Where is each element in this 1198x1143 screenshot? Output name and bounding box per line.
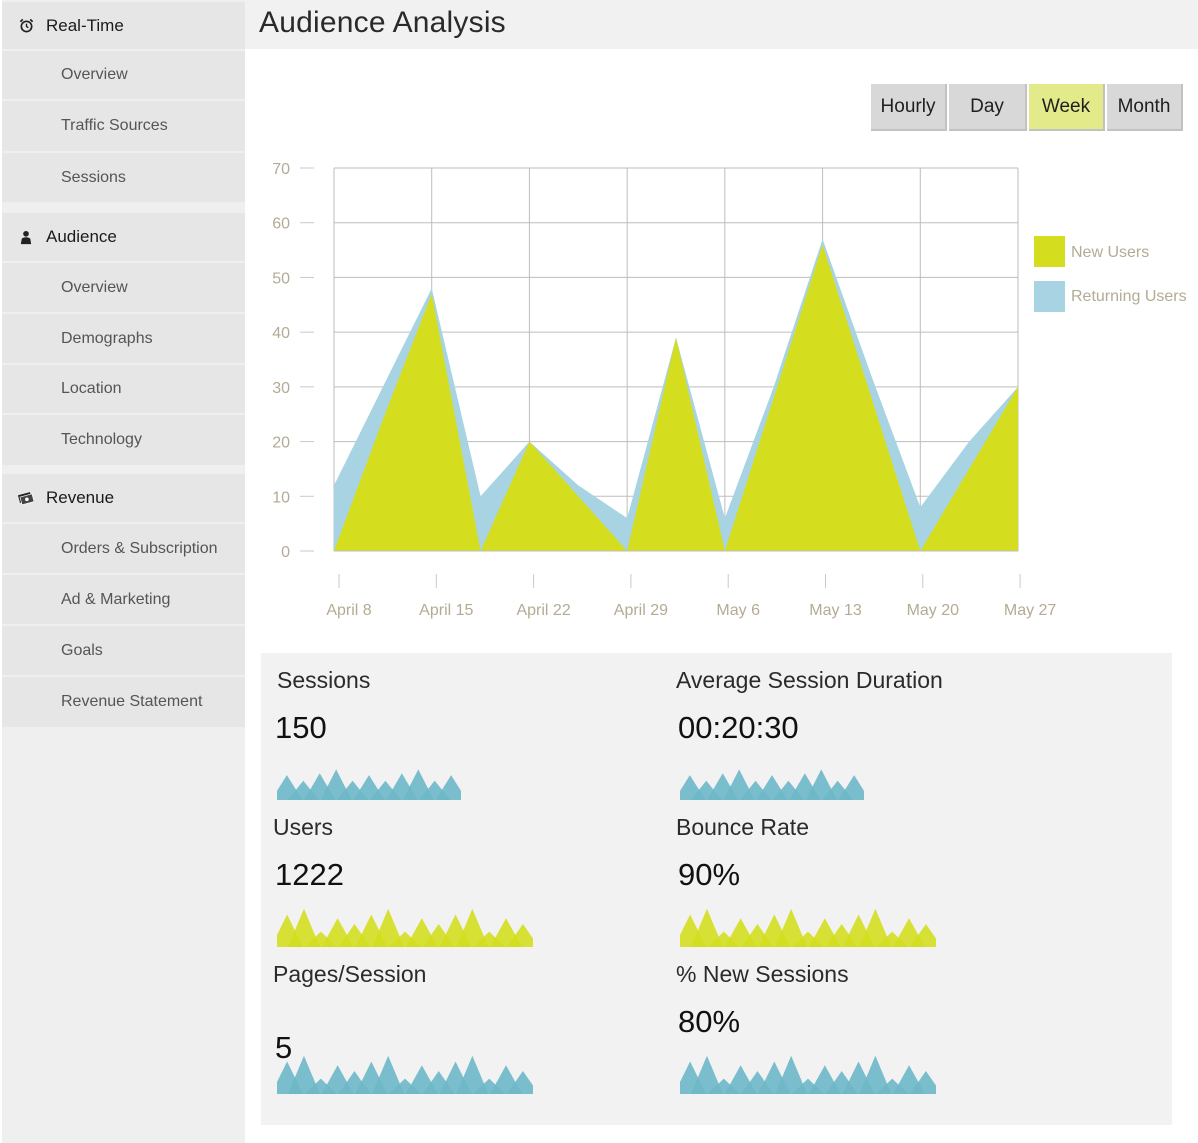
sidebar-item-label: Ad & Marketing	[61, 590, 171, 608]
y-tick-label: 0	[281, 544, 290, 561]
chart-legend: New Users Returning Users	[1034, 236, 1187, 312]
sidebar-item-orders-subscription[interactable]: Orders & Subscription	[2, 524, 245, 573]
sidebar-section-revenue[interactable]: Revenue	[2, 474, 245, 522]
y-tick-label: 60	[272, 216, 290, 233]
sparkline-bounce-rate	[680, 908, 936, 947]
stat-label-users: Users	[273, 814, 334, 840]
stat-label-pages-session: Pages/Session	[273, 961, 427, 987]
sidebar-item-label: Demographs	[61, 329, 153, 347]
page-title: Audience Analysis	[259, 6, 506, 39]
sparkline-new-sessions	[680, 1055, 936, 1094]
stat-value-sessions: 150	[275, 710, 327, 745]
x-tick-label: May 13	[809, 602, 862, 619]
person-icon	[18, 229, 34, 245]
sidebar-section-audience[interactable]: Audience	[2, 213, 245, 261]
sidebar-item-audience-overview[interactable]: Overview	[2, 263, 245, 312]
sidebar-item-revenue-statement[interactable]: Revenue Statement	[2, 677, 245, 727]
x-tick-label: April 8	[326, 602, 371, 619]
sparkline-pages-session	[277, 1055, 533, 1094]
audience-area-chart: 0 10 20 30 40 50 60 70 April 8 April 15 April 22 Ap…	[272, 161, 1187, 619]
x-tick-label: April 22	[516, 602, 570, 619]
alarm-clock-icon	[18, 18, 34, 34]
sidebar-item-traffic-sources[interactable]: Traffic Sources	[2, 101, 245, 151]
stat-value-avg-session-duration: 00:20:30	[678, 710, 799, 745]
sidebar-section-label: Revenue	[46, 488, 115, 507]
sidebar-item-label: Revenue Statement	[61, 693, 203, 710]
sidebar-item-label: Goals	[61, 641, 103, 659]
stat-value-new-sessions: 80%	[678, 1004, 741, 1039]
stat-label-bounce-rate: Bounce Rate	[676, 814, 809, 840]
sidebar-item-demographs[interactable]: Demographs	[2, 314, 245, 363]
sidebar-item-realtime-overview[interactable]: Overview	[2, 51, 245, 99]
y-tick-label: 10	[272, 489, 290, 506]
x-tick-label: April 29	[614, 602, 668, 619]
sidebar-section-label: Audience	[46, 227, 117, 246]
x-tick-label: May 27	[1004, 602, 1057, 619]
sidebar-section-real-time[interactable]: Real-Time	[2, 2, 245, 49]
legend-swatch-new-users	[1034, 236, 1065, 267]
sidebar-item-label: Orders & Subscription	[61, 539, 218, 557]
page-header: Audience Analysis	[245, 0, 1198, 49]
stats-panel: Sessions 150 Average Session Duration 00…	[261, 653, 1172, 1125]
stat-label-new-sessions: % New Sessions	[676, 961, 849, 987]
stat-value-bounce-rate: 90%	[678, 857, 741, 892]
range-hourly-button[interactable]: Hourly	[871, 84, 947, 131]
sidebar-item-label: Overview	[61, 278, 128, 296]
y-tick-label: 40	[272, 325, 290, 342]
money-icon	[18, 490, 34, 506]
sidebar-item-label: Sessions	[61, 168, 126, 186]
sidebar-item-label: Technology	[61, 431, 142, 448]
x-tick-label: April 15	[419, 602, 473, 619]
range-day-button[interactable]: Day	[949, 84, 1027, 131]
y-tick-label: 30	[272, 380, 290, 397]
sidebar: Real-Time Overview Traffic Sources Sessi…	[2, 0, 245, 1143]
x-tick-label: May 20	[907, 602, 960, 619]
chart-areas	[334, 239, 1018, 551]
sidebar-item-goals[interactable]: Goals	[2, 626, 245, 675]
legend-label-returning-users: Returning Users	[1071, 288, 1187, 305]
range-month-button[interactable]: Month	[1107, 84, 1183, 131]
y-tick-label: 70	[272, 161, 290, 178]
sidebar-item-label: Location	[61, 380, 122, 397]
y-tick-label: 50	[272, 270, 290, 287]
sidebar-section-label: Real-Time	[46, 15, 124, 35]
legend-label-new-users: New Users	[1071, 244, 1149, 261]
sidebar-item-sessions[interactable]: Sessions	[2, 153, 245, 202]
x-tick-label: May 6	[716, 602, 760, 619]
sparkline-users	[277, 908, 533, 947]
sidebar-item-label: Overview	[61, 66, 128, 83]
stat-label-sessions: Sessions	[277, 667, 371, 693]
legend-swatch-returning-users	[1034, 281, 1065, 312]
sidebar-item-label: Traffic Sources	[61, 117, 168, 134]
sparkline-sessions	[277, 769, 461, 800]
range-week-button[interactable]: Week	[1029, 84, 1105, 131]
sparkline-avg-session-duration	[680, 769, 864, 800]
sidebar-item-technology[interactable]: Technology	[2, 415, 245, 465]
stat-label-avg-session-duration: Average Session Duration	[676, 667, 943, 693]
sidebar-item-ad-marketing[interactable]: Ad & Marketing	[2, 575, 245, 624]
sidebar-item-location[interactable]: Location	[2, 365, 245, 413]
y-tick-label: 20	[272, 435, 290, 452]
stat-value-users: 1222	[275, 857, 344, 892]
